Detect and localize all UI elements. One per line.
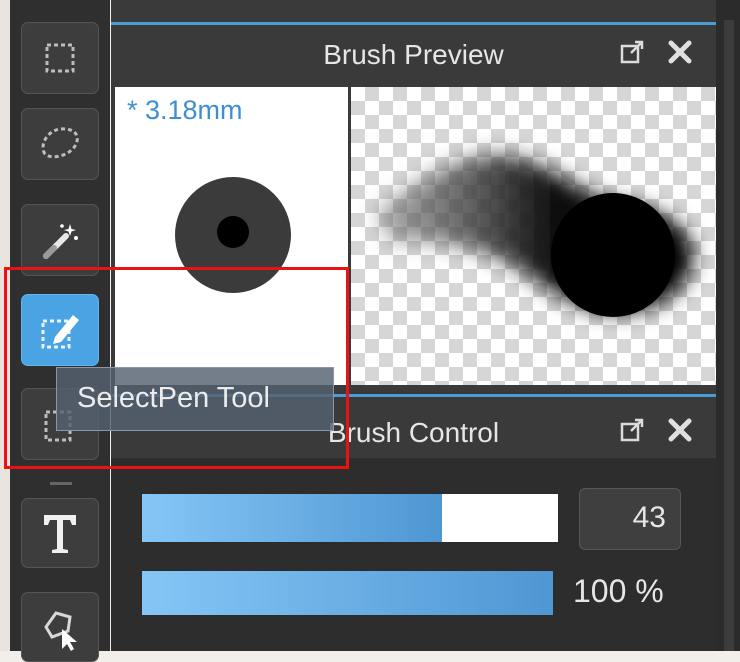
polygon-select-icon [44, 611, 77, 651]
popout-icon[interactable] [619, 39, 645, 65]
brush-control-body: 43 100 % [111, 458, 716, 651]
text-tool-button[interactable] [21, 498, 99, 568]
toolbar-separator [50, 482, 72, 485]
text-icon [44, 515, 76, 553]
magic-wand-tool-button[interactable] [21, 204, 99, 276]
lasso-select-icon [41, 127, 79, 159]
close-icon[interactable] [667, 417, 693, 443]
polygon-select-tool-button[interactable] [21, 592, 99, 662]
popout-icon[interactable] [619, 417, 645, 443]
rectangle-select-icon [45, 43, 75, 73]
brush-size-label: * 3.18mm [127, 95, 243, 125]
brush-size-slider[interactable] [141, 493, 559, 543]
brush-preview-header: Brush Preview [111, 22, 716, 82]
brush-stroke-preview [351, 87, 716, 385]
brush-size-value-field[interactable]: 43 [579, 488, 681, 550]
brush-opacity-slider-fill [142, 571, 553, 615]
lasso-select-tool-button[interactable] [21, 108, 99, 180]
magic-wand-icon [43, 224, 78, 259]
highlight-box [4, 267, 349, 469]
rectangle-select-tool-button[interactable] [21, 22, 99, 94]
brush-stroke [376, 155, 694, 317]
brush-opacity-slider[interactable] [141, 570, 554, 616]
close-icon[interactable] [667, 39, 693, 65]
brush-size-slider-fill [142, 494, 442, 542]
right-scroll-area [716, 0, 740, 651]
brush-opacity-value: 100 % [573, 573, 664, 609]
right-scrollbar[interactable] [724, 20, 734, 651]
